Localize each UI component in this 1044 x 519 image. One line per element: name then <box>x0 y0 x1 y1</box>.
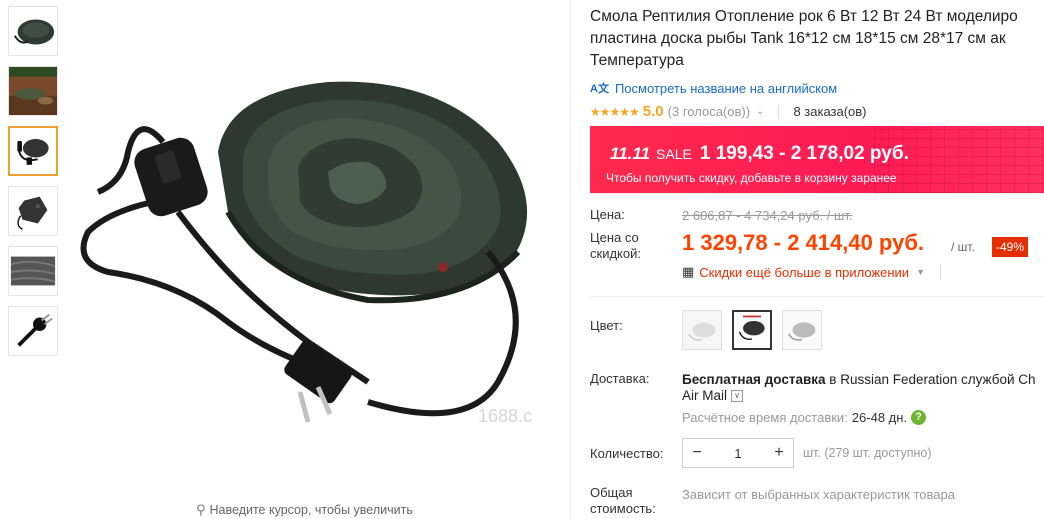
rating-value: 5.0 <box>642 103 664 120</box>
divider <box>570 0 571 519</box>
thumbnail-5[interactable] <box>8 246 58 296</box>
decrease-button[interactable]: − <box>683 444 711 462</box>
translate-link-text: Посмотреть название на английском <box>614 80 838 96</box>
star-rating-icon: ★★★★★ <box>590 104 640 119</box>
zoom-hint-text: Наведите курсор, чтобы увеличить <box>209 503 413 517</box>
main-product-image[interactable]: 1688.c <box>68 52 568 450</box>
sale-price-range: 1 199,43 - 2 178,02 руб. <box>699 143 909 164</box>
total-note: Зависит от выбранных характеристик товар… <box>682 487 955 502</box>
price-label: Цена: <box>590 207 625 222</box>
thumbnail-2[interactable] <box>8 66 58 116</box>
total-label-line-2: стоимость: <box>590 501 656 516</box>
color-label: Цвет: <box>590 318 623 333</box>
delivery-time-label: Расчётное время доставки: <box>682 410 848 425</box>
caret-down-icon: ▼ <box>916 267 925 277</box>
qr-code-icon: ▦ <box>682 264 695 279</box>
quantity-stepper: − 1 + <box>682 438 794 468</box>
free-shipping: Бесплатная доставка <box>682 372 826 387</box>
quantity-available: шт. (279 шт. доступно) <box>803 446 932 460</box>
thumbnail-4[interactable] <box>8 186 58 236</box>
total-label: Общая стоимость: <box>590 485 656 517</box>
title-line-2: пластина доска рыбы Tank 16*12 см 18*15 … <box>590 30 1006 47</box>
quantity-label: Количество: <box>590 446 664 461</box>
color-swatch-grey[interactable] <box>782 310 822 350</box>
sale-label: SALE <box>656 146 692 162</box>
separator <box>939 265 941 279</box>
zoom-hint: ⚲ Наведите курсор, чтобы увеличить <box>196 502 413 518</box>
color-swatches <box>682 310 822 350</box>
discount-badge: -49% <box>992 237 1029 257</box>
sale-tag: 11.11 <box>610 144 651 163</box>
color-swatch-white[interactable] <box>682 310 722 350</box>
discount-label-line-2: скидкой: <box>590 246 641 261</box>
translate-link[interactable]: A文 Посмотреть название на английском <box>590 80 837 96</box>
sale-note: Чтобы получить скидку, добавьте в корзин… <box>606 171 897 185</box>
discount-price: 1 329,78 - 2 414,40 руб. <box>682 230 925 255</box>
orders-count: 8 заказа(ов) <box>793 104 867 119</box>
thumbnail-3[interactable] <box>8 126 58 176</box>
thumbnail-1[interactable] <box>8 6 58 56</box>
quantity-input[interactable]: 1 <box>711 446 765 461</box>
discount-label-line-1: Цена со <box>590 230 639 245</box>
delivery-time: Расчётное время доставки: 26-48 дн. ? <box>682 410 927 425</box>
chevron-down-icon[interactable]: ⌄ <box>756 106 764 117</box>
divider <box>590 193 1044 194</box>
votes-count[interactable]: (3 голоса(ов)) <box>668 104 750 119</box>
separator <box>778 104 780 119</box>
help-icon[interactable]: ? <box>911 410 927 425</box>
title-line-3: Температура <box>590 52 684 69</box>
per-unit: / шт. <box>951 240 975 254</box>
old-price: 2 606,87 - 4 734,24 руб. / шт. <box>682 208 853 223</box>
title-line-1: Смола Рептилия Отопление рок 6 Вт 12 Вт … <box>590 8 1018 25</box>
app-promo-link[interactable]: ▦ Скидки ещё больше в приложении ▼ <box>682 264 941 280</box>
delivery-time-value: 26-48 дн. <box>851 410 908 425</box>
sale-banner: 11.11 SALE 1 199,43 - 2 178,02 руб. Чтоб… <box>590 126 1044 193</box>
shipping-label: Доставка: <box>590 371 650 386</box>
thumbnail-list <box>8 6 60 366</box>
translate-icon: A文 <box>590 83 609 95</box>
product-info-panel: Смола Рептилия Отопление рок 6 Вт 12 Вт … <box>590 0 1044 519</box>
rating-row: ★★★★★ 5.0 (3 голоса(ов)) ⌄ 8 заказа(ов) <box>590 103 867 120</box>
magnifier-icon: ⚲ <box>196 502 206 517</box>
chevron-down-icon[interactable]: ∨ <box>731 389 744 402</box>
shipping-method[interactable]: Air Mail ∨ <box>682 388 744 403</box>
shipping-info: Бесплатная доставка в Russian Federation… <box>682 371 1036 389</box>
increase-button[interactable]: + <box>765 444 793 462</box>
discount-price-label: Цена со скидкой: <box>590 230 641 262</box>
shipping-carrier: Air Mail <box>682 388 728 403</box>
color-swatch-black[interactable] <box>732 310 772 350</box>
shipping-destination: в Russian Federation службой Ch <box>825 372 1036 387</box>
divider <box>590 296 1044 297</box>
thumbnail-6[interactable] <box>8 306 58 356</box>
total-label-line-1: Общая <box>590 485 633 500</box>
watermark-text: 1688.c <box>478 406 532 426</box>
product-title: Смола Рептилия Отопление рок 6 Вт 12 Вт … <box>590 6 1044 72</box>
app-promo-text: Скидки ещё больше в приложении <box>699 264 910 280</box>
